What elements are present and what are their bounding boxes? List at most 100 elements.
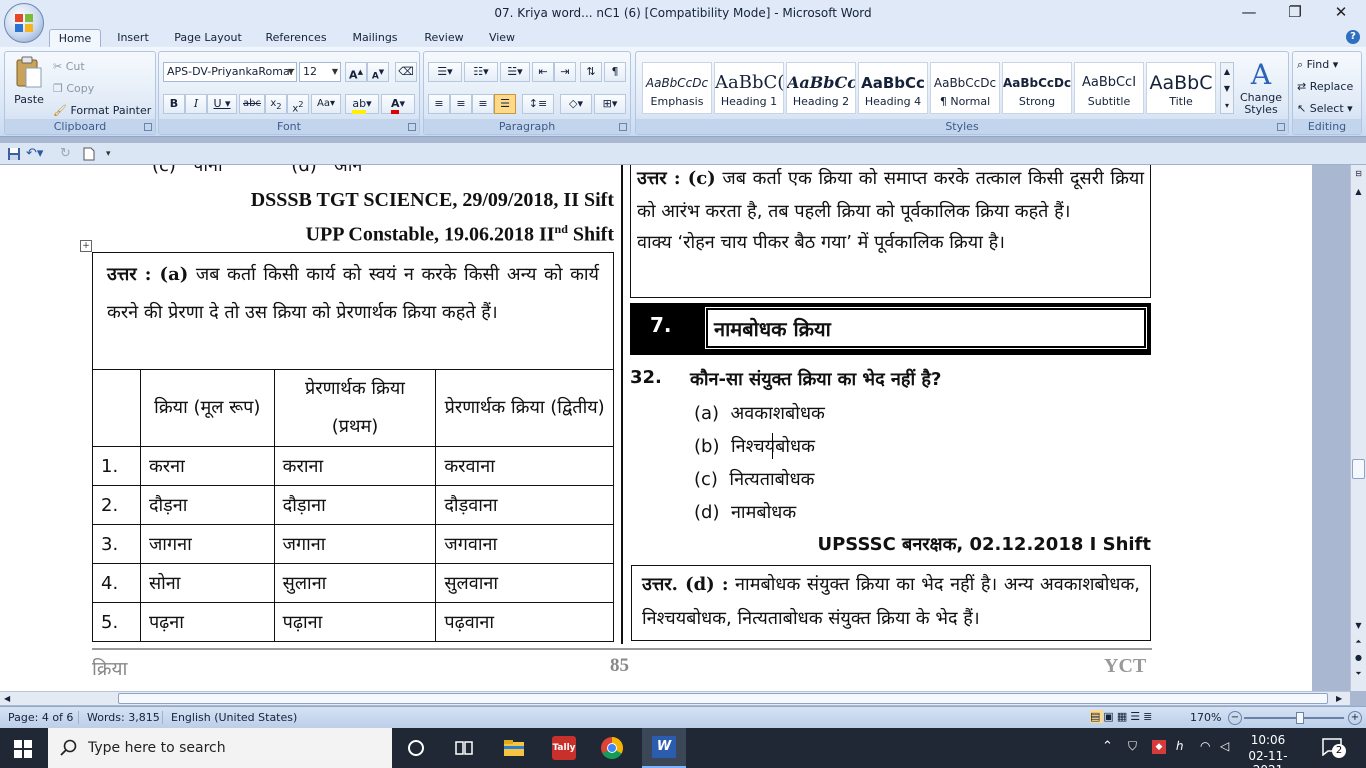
horizontal-scroll-thumb[interactable] — [118, 693, 1328, 704]
select-button[interactable]: ↖ Select ▾ — [1297, 102, 1353, 115]
tally-icon[interactable]: Tally — [552, 736, 576, 760]
sort-button[interactable]: ⇅ — [580, 62, 602, 82]
security-icon[interactable]: ⛉ — [1128, 739, 1137, 754]
style-emphasis[interactable]: AaBbCcDc Emphasis — [642, 62, 712, 114]
horizontal-scrollbar[interactable]: ◀ ▶ — [0, 691, 1350, 705]
office-button[interactable] — [4, 3, 44, 43]
zoom-out-icon[interactable]: − — [1228, 711, 1242, 725]
decrease-indent-button[interactable]: ⇤ — [532, 62, 554, 82]
shading-button[interactable]: ◇▾ — [560, 94, 592, 114]
chrome-icon[interactable] — [600, 736, 624, 760]
table-move-handle-icon[interactable]: + — [80, 240, 92, 252]
style-heading-4[interactable]: AaBbCc Heading 4 — [858, 62, 928, 114]
cortana-icon[interactable] — [404, 736, 428, 760]
style-heading-1[interactable]: AaBbC( Heading 1 — [714, 62, 784, 114]
tab-home[interactable]: Home — [49, 29, 101, 48]
increase-indent-button[interactable]: ⇥ — [554, 62, 576, 82]
italic-button[interactable]: I — [185, 94, 207, 114]
redo-icon[interactable]: ↻ — [60, 147, 74, 161]
tab-insert[interactable]: Insert — [110, 29, 156, 48]
wifi-icon[interactable]: ◠ — [1200, 739, 1210, 753]
styles-scroll[interactable]: ▲ ▼ ▾ — [1220, 62, 1234, 114]
align-right-button[interactable]: ≡ — [472, 94, 494, 114]
style-heading-2[interactable]: AaBbCc Heading 2 — [786, 62, 856, 114]
tab-mailings[interactable]: Mailings — [344, 29, 406, 48]
replace-button[interactable]: ⇄ Replace — [1297, 80, 1353, 93]
justify-button[interactable]: ☰ — [494, 94, 516, 114]
style-strong[interactable]: AaBbCcDc Strong — [1002, 62, 1072, 114]
chevron-up-icon[interactable]: ⌃ — [1102, 739, 1113, 754]
style-subtitle[interactable]: AaBbCcI Subtitle — [1074, 62, 1144, 114]
option-item[interactable]: (d) नामबोधक — [694, 500, 796, 524]
font-size-combo[interactable]: 12 ▼ — [299, 62, 341, 82]
zoom-level[interactable]: 170% — [1190, 711, 1221, 724]
draft-icon[interactable]: ≣ — [1143, 710, 1155, 723]
zoom-slider-thumb[interactable] — [1296, 712, 1304, 724]
undo-icon[interactable]: ↶▾ — [26, 147, 50, 161]
document-area[interactable]: (c) पाना (d) आन DSSSB TGT SCIENCE, 29/09… — [0, 165, 1350, 691]
align-left-button[interactable]: ≡ — [428, 94, 450, 114]
show-formatting-button[interactable]: ¶ — [604, 62, 626, 82]
style-normal[interactable]: AaBbCcDc ¶ Normal — [930, 62, 1000, 114]
customize-toolbar-icon[interactable]: ▾ — [106, 147, 120, 161]
tab-review[interactable]: Review — [418, 29, 470, 48]
next-page-icon[interactable]: ⏷ — [1352, 669, 1365, 681]
align-center-button[interactable]: ≡ — [450, 94, 472, 114]
document-page[interactable]: (c) पाना (d) आन DSSSB TGT SCIENCE, 29/09… — [0, 165, 1312, 691]
font-color-button[interactable]: A▾ — [381, 94, 415, 114]
line-spacing-button[interactable]: ↕≡ — [522, 94, 554, 114]
task-view-icon[interactable] — [452, 736, 476, 760]
find-button[interactable]: ⌕ Find ▾ — [1297, 58, 1338, 72]
print-layout-icon[interactable]: ▤ — [1090, 710, 1104, 723]
style-title[interactable]: AaBbC Title — [1146, 62, 1216, 114]
bullets-button[interactable]: ☰▾ — [428, 62, 462, 82]
minimize-button[interactable]: — — [1226, 0, 1272, 26]
keyboard-language-icon[interactable]: ℎ — [1176, 739, 1184, 753]
previous-page-icon[interactable]: ⏶ — [1352, 637, 1365, 649]
change-case-button[interactable]: Aa▾ — [311, 94, 341, 114]
outline-icon[interactable]: ☰ — [1130, 710, 1143, 723]
save-icon[interactable] — [7, 147, 21, 161]
font-launcher-icon[interactable] — [408, 123, 416, 131]
full-screen-icon[interactable]: ▣ — [1103, 710, 1116, 723]
browse-object-icon[interactable]: ● — [1352, 653, 1365, 665]
close-button[interactable]: ✕ — [1318, 0, 1364, 26]
strikethrough-button[interactable]: abc — [239, 94, 265, 114]
windows-start-icon[interactable] — [14, 740, 32, 758]
numbering-button[interactable]: ☷▾ — [464, 62, 498, 82]
underline-button[interactable]: U ▾ — [207, 94, 237, 114]
ruler-toggle-icon[interactable]: ⊟ — [1352, 169, 1365, 183]
scroll-thumb[interactable] — [1352, 459, 1365, 479]
format-painter-button[interactable]: 🖌 Format Painter — [53, 104, 151, 117]
option-item[interactable]: (a) अवकाशबोधक — [694, 401, 825, 425]
clock[interactable]: 10:06 02-11-2021 — [1240, 728, 1296, 768]
maximize-button[interactable]: ❐ — [1272, 0, 1318, 26]
zoom-in-icon[interactable]: + — [1348, 711, 1362, 725]
styles-launcher-icon[interactable] — [1277, 123, 1285, 131]
change-styles-button[interactable]: A Change Styles — [1236, 58, 1286, 118]
antivirus-icon[interactable]: ◆ — [1152, 740, 1166, 754]
superscript-button[interactable]: x2 — [287, 94, 309, 114]
notifications-button[interactable]: 2 — [1322, 738, 1346, 758]
file-explorer-icon[interactable] — [502, 736, 526, 760]
scroll-down-icon[interactable]: ▼ — [1352, 621, 1365, 633]
highlight-button[interactable]: ab▾ — [345, 94, 379, 114]
web-layout-icon[interactable]: ▦ — [1117, 710, 1130, 723]
option-item[interactable]: (c) नित्यताबोधक — [694, 467, 814, 491]
copy-button[interactable]: ❐ Copy — [53, 82, 94, 95]
taskbar-search-box[interactable]: Type here to search — [48, 728, 392, 768]
volume-icon[interactable]: ◁ — [1220, 739, 1229, 753]
shrink-font-button[interactable]: A▼ — [367, 62, 389, 82]
bold-button[interactable]: B — [163, 94, 185, 114]
option-item[interactable]: (b) निश्चयबोधक — [694, 434, 815, 458]
cut-button[interactable]: ✂ Cut — [53, 60, 85, 73]
scroll-up-icon[interactable]: ▲ — [1352, 187, 1365, 199]
scroll-left-icon[interactable]: ◀ — [4, 692, 10, 705]
page-count[interactable]: Page: 4 of 6 — [8, 711, 73, 724]
grow-font-button[interactable]: A▲ — [345, 62, 367, 82]
clear-formatting-button[interactable]: ⌫ — [395, 62, 417, 82]
paragraph-launcher-icon[interactable] — [619, 123, 627, 131]
vertical-scrollbar[interactable]: ⊟ ▲ ▼ ⏶ ● ⏷ — [1350, 165, 1366, 691]
borders-button[interactable]: ⊞▾ — [594, 94, 626, 114]
clipboard-launcher-icon[interactable] — [144, 123, 152, 131]
